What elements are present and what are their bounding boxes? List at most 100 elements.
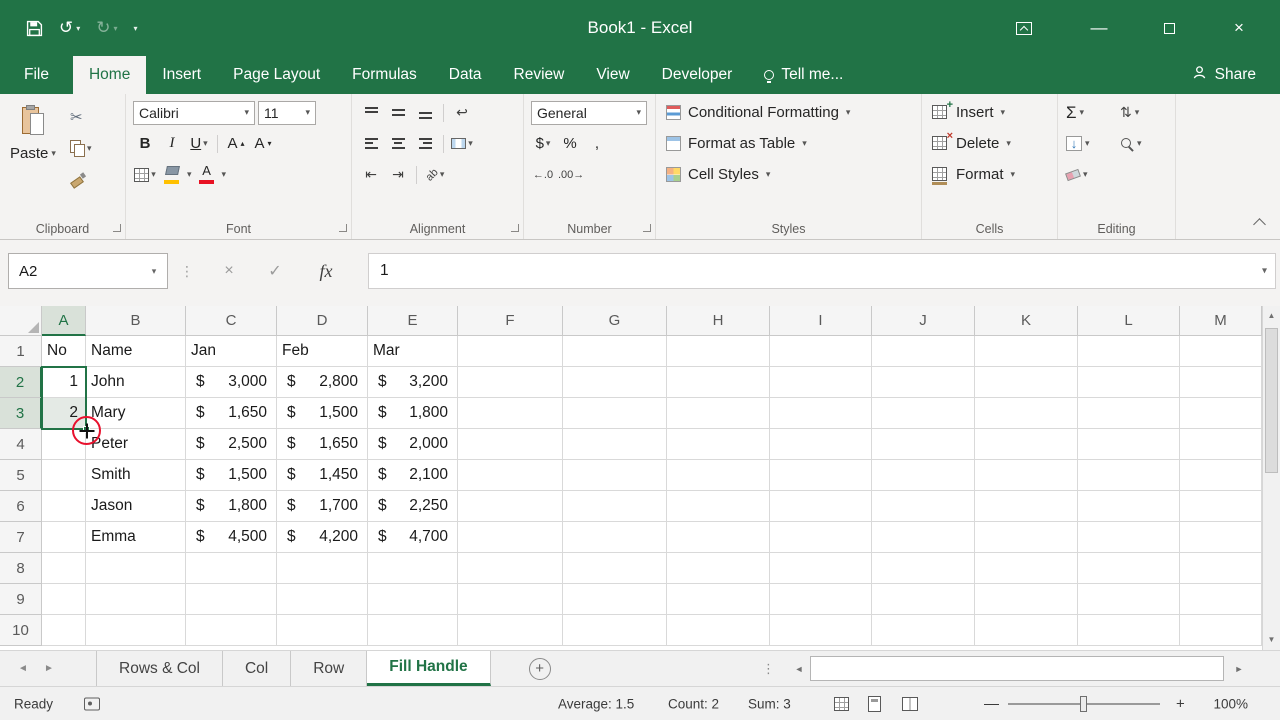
ribbon-tab-page-layout[interactable]: Page Layout — [217, 56, 336, 94]
scroll-up-arrow[interactable]: ▲ — [1263, 308, 1280, 324]
cell-K4[interactable] — [975, 429, 1078, 460]
cell-F10[interactable] — [458, 615, 563, 646]
sheet-tab-row[interactable]: Row — [291, 651, 367, 686]
orientation-button[interactable]: ab▾ — [423, 163, 447, 187]
font-dialog-launcher[interactable] — [339, 224, 347, 232]
sheet-nav-right[interactable]: ► — [36, 651, 62, 686]
cell-I7[interactable] — [770, 522, 872, 553]
cell-L8[interactable] — [1078, 553, 1180, 584]
fill-color-button[interactable] — [160, 163, 184, 187]
cell-M6[interactable] — [1180, 491, 1262, 522]
cell-C8[interactable] — [186, 553, 277, 584]
ribbon-tab-data[interactable]: Data — [433, 56, 498, 94]
increase-font-size-button[interactable]: A▴ — [224, 132, 248, 156]
row-header-2[interactable]: 2 — [0, 367, 42, 398]
cell-F7[interactable] — [458, 522, 563, 553]
ribbon-tab-home[interactable]: Home — [73, 56, 146, 94]
column-header-C[interactable]: C — [186, 306, 277, 336]
redo-button[interactable]: ↻▾ — [96, 18, 117, 38]
cell-M7[interactable] — [1180, 522, 1262, 553]
cell-G1[interactable] — [563, 336, 667, 367]
horizontal-scrollbar-thumb[interactable] — [810, 656, 1224, 681]
cell-E1[interactable]: Mar — [368, 336, 458, 367]
cell-J1[interactable] — [872, 336, 975, 367]
align-middle-button[interactable] — [386, 101, 410, 125]
cell-H3[interactable] — [667, 398, 770, 429]
cell-B5[interactable]: Smith — [86, 460, 186, 491]
cell-J6[interactable] — [872, 491, 975, 522]
autosum-button[interactable]: Σ▾ — [1066, 97, 1120, 128]
cell-L3[interactable] — [1078, 398, 1180, 429]
cell-B6[interactable]: Jason — [86, 491, 186, 522]
cell-D9[interactable] — [277, 584, 368, 615]
cell-B8[interactable] — [86, 553, 186, 584]
macro-record-icon[interactable] — [84, 697, 100, 710]
share-button[interactable]: Share — [1168, 56, 1280, 94]
vertical-scrollbar[interactable]: ▲ ▼ — [1262, 306, 1280, 650]
delete-cells-button[interactable]: × Delete ▾ — [932, 128, 1053, 159]
cell-D5[interactable]: $1,450 — [277, 460, 368, 491]
cell-M10[interactable] — [1180, 615, 1262, 646]
cell-M2[interactable] — [1180, 367, 1262, 398]
align-center-button[interactable] — [386, 132, 410, 156]
cell-styles-button[interactable]: Cell Styles ▾ — [666, 159, 917, 190]
cut-button[interactable]: ✂ — [70, 106, 92, 128]
conditional-formatting-button[interactable]: Conditional Formatting ▾ — [666, 97, 917, 128]
cell-F8[interactable] — [458, 553, 563, 584]
cell-C7[interactable]: $4,500 — [186, 522, 277, 553]
save-button[interactable] — [26, 20, 43, 37]
cell-H1[interactable] — [667, 336, 770, 367]
alignment-dialog-launcher[interactable] — [511, 224, 519, 232]
cell-D7[interactable]: $4,200 — [277, 522, 368, 553]
cell-I6[interactable] — [770, 491, 872, 522]
cell-K6[interactable] — [975, 491, 1078, 522]
cell-E7[interactable]: $4,700 — [368, 522, 458, 553]
cell-E9[interactable] — [368, 584, 458, 615]
row-header-7[interactable]: 7 — [0, 522, 42, 553]
cell-A7[interactable] — [42, 522, 86, 553]
increase-decimal-button[interactable]: ←.0 — [531, 163, 555, 187]
column-header-L[interactable]: L — [1078, 306, 1180, 336]
sheet-nav-left[interactable]: ◄ — [10, 651, 36, 686]
cell-H2[interactable] — [667, 367, 770, 398]
cell-E4[interactable]: $2,000 — [368, 429, 458, 460]
cell-H8[interactable] — [667, 553, 770, 584]
cell-H6[interactable] — [667, 491, 770, 522]
cell-I3[interactable] — [770, 398, 872, 429]
cell-J3[interactable] — [872, 398, 975, 429]
page-layout-view-button[interactable] — [868, 696, 881, 712]
number-dialog-launcher[interactable] — [643, 224, 651, 232]
cell-L2[interactable] — [1078, 367, 1180, 398]
cell-M5[interactable] — [1180, 460, 1262, 491]
cell-C3[interactable]: $1,650 — [186, 398, 277, 429]
ribbon-tab-insert[interactable]: Insert — [146, 56, 217, 94]
decrease-font-size-button[interactable]: A▾ — [251, 132, 275, 156]
row-header-1[interactable]: 1 — [0, 336, 42, 367]
cell-A10[interactable] — [42, 615, 86, 646]
cell-H9[interactable] — [667, 584, 770, 615]
cell-B9[interactable] — [86, 584, 186, 615]
format-cells-button[interactable]: Format ▾ — [932, 159, 1053, 190]
horizontal-scrollbar[interactable]: ◄ ► — [790, 651, 1248, 686]
cell-K1[interactable] — [975, 336, 1078, 367]
cell-F4[interactable] — [458, 429, 563, 460]
tab-scrollbar-splitter[interactable]: ⋮ — [762, 651, 775, 686]
increase-indent-button[interactable]: ⇥ — [386, 163, 410, 187]
format-as-table-button[interactable]: Format as Table ▾ — [666, 128, 917, 159]
cell-F1[interactable] — [458, 336, 563, 367]
align-bottom-button[interactable] — [413, 101, 437, 125]
cell-E5[interactable]: $2,100 — [368, 460, 458, 491]
cell-K2[interactable] — [975, 367, 1078, 398]
column-header-D[interactable]: D — [277, 306, 368, 336]
zoom-slider-thumb[interactable] — [1080, 696, 1087, 712]
insert-function-button[interactable]: fx — [298, 253, 354, 289]
cell-F2[interactable] — [458, 367, 563, 398]
cell-F6[interactable] — [458, 491, 563, 522]
maximize-button[interactable] — [1134, 0, 1204, 56]
cell-I9[interactable] — [770, 584, 872, 615]
row-header-9[interactable]: 9 — [0, 584, 42, 615]
cell-J5[interactable] — [872, 460, 975, 491]
row-header-3[interactable]: 3 — [0, 398, 42, 429]
paste-button[interactable]: Paste▾ — [4, 97, 62, 219]
scroll-down-arrow[interactable]: ▼ — [1263, 632, 1280, 648]
